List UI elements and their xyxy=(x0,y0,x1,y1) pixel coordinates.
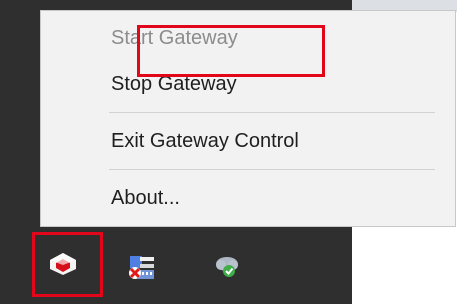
gateway-context-menu: Start Gateway Stop Gateway Exit Gateway … xyxy=(40,10,456,227)
start-gateway-highlight-box xyxy=(137,25,325,77)
exit-gateway-control-menu-item[interactable]: Exit Gateway Control xyxy=(111,130,299,153)
about-menu-item[interactable]: About... xyxy=(111,187,180,210)
gateway-control-icon[interactable] xyxy=(48,252,78,276)
cloud-sync-check-icon[interactable] xyxy=(210,249,242,281)
menu-separator xyxy=(109,112,435,113)
menu-separator xyxy=(109,169,435,170)
network-error-icon[interactable] xyxy=(126,250,158,282)
